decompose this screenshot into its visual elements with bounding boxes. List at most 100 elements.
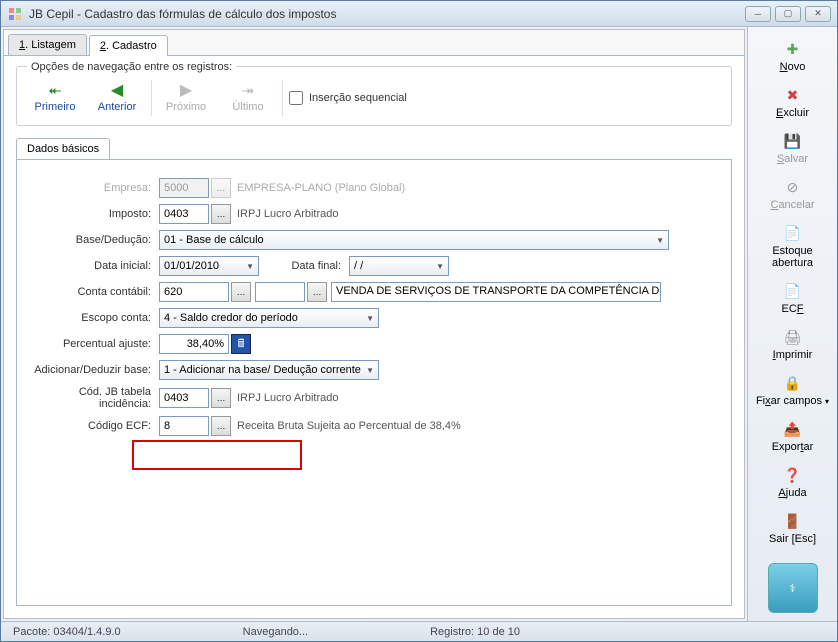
empresa-input: [159, 178, 209, 198]
data-inicial-label: Data inicial:: [29, 260, 159, 272]
status-text: Navegando...: [237, 626, 314, 638]
main-panel: 1. Listagem 2. Cadastro Opções de navega…: [3, 29, 745, 619]
imposto-desc: IRPJ Lucro Arbitrado: [237, 208, 339, 220]
novo-button[interactable]: ✚ Novo: [753, 35, 833, 81]
data-final-value: / /: [354, 260, 363, 272]
calculator-icon: 🖩: [238, 335, 245, 354]
conta-input-2[interactable]: [255, 282, 305, 302]
delete-icon: ✖: [783, 85, 803, 105]
conta-label: Conta contábil:: [29, 286, 159, 298]
close-button[interactable]: ✕: [805, 6, 831, 22]
escopo-select[interactable]: 4 - Saldo credor do período ▼: [159, 308, 379, 328]
chevron-down-icon: ▾: [825, 397, 829, 406]
base-label: Base/Dedução:: [29, 234, 159, 246]
row-escopo-conta: Escopo conta: 4 - Saldo credor do períod…: [29, 308, 719, 328]
data-inicial-value: 01/01/2010: [164, 260, 219, 272]
minimize-button[interactable]: ─: [745, 6, 771, 22]
conta-desc: VENDA DE SERVIÇOS DE TRANSPORTE DA COMPE…: [331, 282, 661, 302]
maximize-button[interactable]: ▢: [775, 6, 801, 22]
body-area: 1. Listagem 2. Cadastro Opções de navega…: [1, 27, 837, 621]
dropdown-icon: ▼: [366, 366, 374, 375]
sair-label: Sair [Esc]: [755, 533, 831, 545]
data-inicial-input[interactable]: 01/01/2010 ▼: [159, 256, 259, 276]
previous-button[interactable]: ◀ Anterior: [89, 79, 145, 117]
dropdown-icon: ▼: [366, 314, 374, 323]
tab-dados-basicos[interactable]: Dados básicos: [16, 138, 110, 159]
dropdown-icon: ▼: [436, 262, 444, 271]
last-button[interactable]: ⯮ Último: [220, 79, 276, 117]
sequential-insert-row: Inserção sequencial: [289, 91, 407, 105]
calculator-button[interactable]: 🖩: [231, 334, 251, 354]
status-registro: Registro: 10 de 10: [424, 626, 526, 638]
row-empresa: Empresa: … EMPRESA-PLANO (Plano Global): [29, 178, 719, 198]
row-add-ded: Adicionar/Deduzir base: 1 - Adicionar na…: [29, 360, 719, 380]
conta-input[interactable]: [159, 282, 229, 302]
base-select[interactable]: 01 - Base de cálculo ▼: [159, 230, 669, 250]
sair-button[interactable]: 🚪 Sair [Esc]: [753, 507, 833, 553]
empresa-lookup-button: …: [211, 178, 231, 198]
row-datas: Data inicial: 01/01/2010 ▼ Data final: /…: [29, 256, 719, 276]
data-final-label: Data final:: [259, 260, 349, 272]
tabs-row: 1. Listagem 2. Cadastro: [4, 30, 744, 56]
navigation-row: ⯬ Primeiro ◀ Anterior ▶ Próximo ⯮ Últim: [27, 79, 721, 117]
tab-listagem[interactable]: 1. Listagem: [8, 34, 87, 55]
add-ded-select[interactable]: 1 - Adicionar na base/ Dedução corrente …: [159, 360, 379, 380]
status-pacote: Pacote: 03404/1.4.9.0: [7, 626, 127, 638]
ajuda-button[interactable]: ❓ Ajuda: [753, 461, 833, 507]
cancelar-button[interactable]: ⊘ Cancelar: [753, 173, 833, 219]
imposto-label: Imposto:: [29, 208, 159, 220]
nav-separator-2: [282, 80, 283, 116]
data-final-input[interactable]: / / ▼: [349, 256, 449, 276]
stock-icon: 📄: [783, 223, 803, 243]
ecf-lookup-button[interactable]: …: [211, 416, 231, 436]
cod-jb-input[interactable]: [159, 388, 209, 408]
conta-lookup-button-2[interactable]: …: [307, 282, 327, 302]
base-select-value: 01 - Base de cálculo: [164, 234, 264, 246]
next-icon: ▶: [160, 83, 212, 99]
conta-lookup-button-1[interactable]: …: [231, 282, 251, 302]
first-button[interactable]: ⯬ Primeiro: [27, 79, 83, 117]
ecf-input[interactable]: [159, 416, 209, 436]
window-title: JB Cepil - Cadastro das fórmulas de cálc…: [29, 7, 745, 21]
cancel-icon: ⊘: [783, 177, 803, 197]
main-window: JB Cepil - Cadastro das fórmulas de cálc…: [0, 0, 838, 642]
percentual-input[interactable]: [159, 334, 229, 354]
empresa-label: Empresa:: [29, 182, 159, 194]
form-area: Empresa: … EMPRESA-PLANO (Plano Global) …: [16, 159, 732, 606]
logo: ⚕: [768, 563, 818, 613]
escopo-value: 4 - Saldo credor do período: [164, 312, 298, 324]
salvar-button[interactable]: 💾 Salvar: [753, 127, 833, 173]
ecf-button[interactable]: 📄 ECF: [753, 277, 833, 323]
imposto-lookup-button[interactable]: …: [211, 204, 231, 224]
imprimir-button[interactable]: 🖨 Imprimir: [753, 323, 833, 369]
print-icon: 🖨: [783, 327, 803, 347]
exportar-button[interactable]: 📤 Exportar: [753, 415, 833, 461]
export-icon: 📤: [783, 419, 803, 439]
cod-jb-label: Cód. JB tabela incidência:: [29, 386, 159, 410]
first-icon: ⯬: [29, 83, 81, 99]
window-controls: ─ ▢ ✕: [745, 6, 831, 22]
statusbar: Pacote: 03404/1.4.9.0 Navegando... Regis…: [1, 621, 837, 641]
add-ded-label: Adicionar/Deduzir base:: [29, 364, 159, 376]
imposto-input[interactable]: [159, 204, 209, 224]
last-icon: ⯮: [222, 83, 274, 99]
ecf-label: Código ECF:: [29, 420, 159, 432]
row-imposto: Imposto: … IRPJ Lucro Arbitrado: [29, 204, 719, 224]
excluir-button[interactable]: ✖ Excluir: [753, 81, 833, 127]
estoque-label: Estoque abertura: [755, 245, 831, 269]
first-label: Primeiro: [29, 101, 81, 113]
titlebar: JB Cepil - Cadastro das fórmulas de cálc…: [1, 1, 837, 27]
dropdown-icon: ▼: [656, 236, 664, 245]
fixar-button[interactable]: 🔒 Fixar campos ▾: [753, 369, 833, 415]
help-icon: ❓: [783, 465, 803, 485]
cod-jb-lookup-button[interactable]: …: [211, 388, 231, 408]
previous-label: Anterior: [91, 101, 143, 113]
new-icon: ✚: [783, 39, 803, 59]
previous-icon: ◀: [91, 83, 143, 99]
tab-cadastro[interactable]: 2. Cadastro: [89, 35, 168, 56]
sequential-insert-checkbox[interactable]: [289, 91, 303, 105]
sequential-insert-label: Inserção sequencial: [309, 92, 407, 104]
last-label: Último: [222, 101, 274, 113]
estoque-button[interactable]: 📄 Estoque abertura: [753, 219, 833, 277]
next-button[interactable]: ▶ Próximo: [158, 79, 214, 117]
